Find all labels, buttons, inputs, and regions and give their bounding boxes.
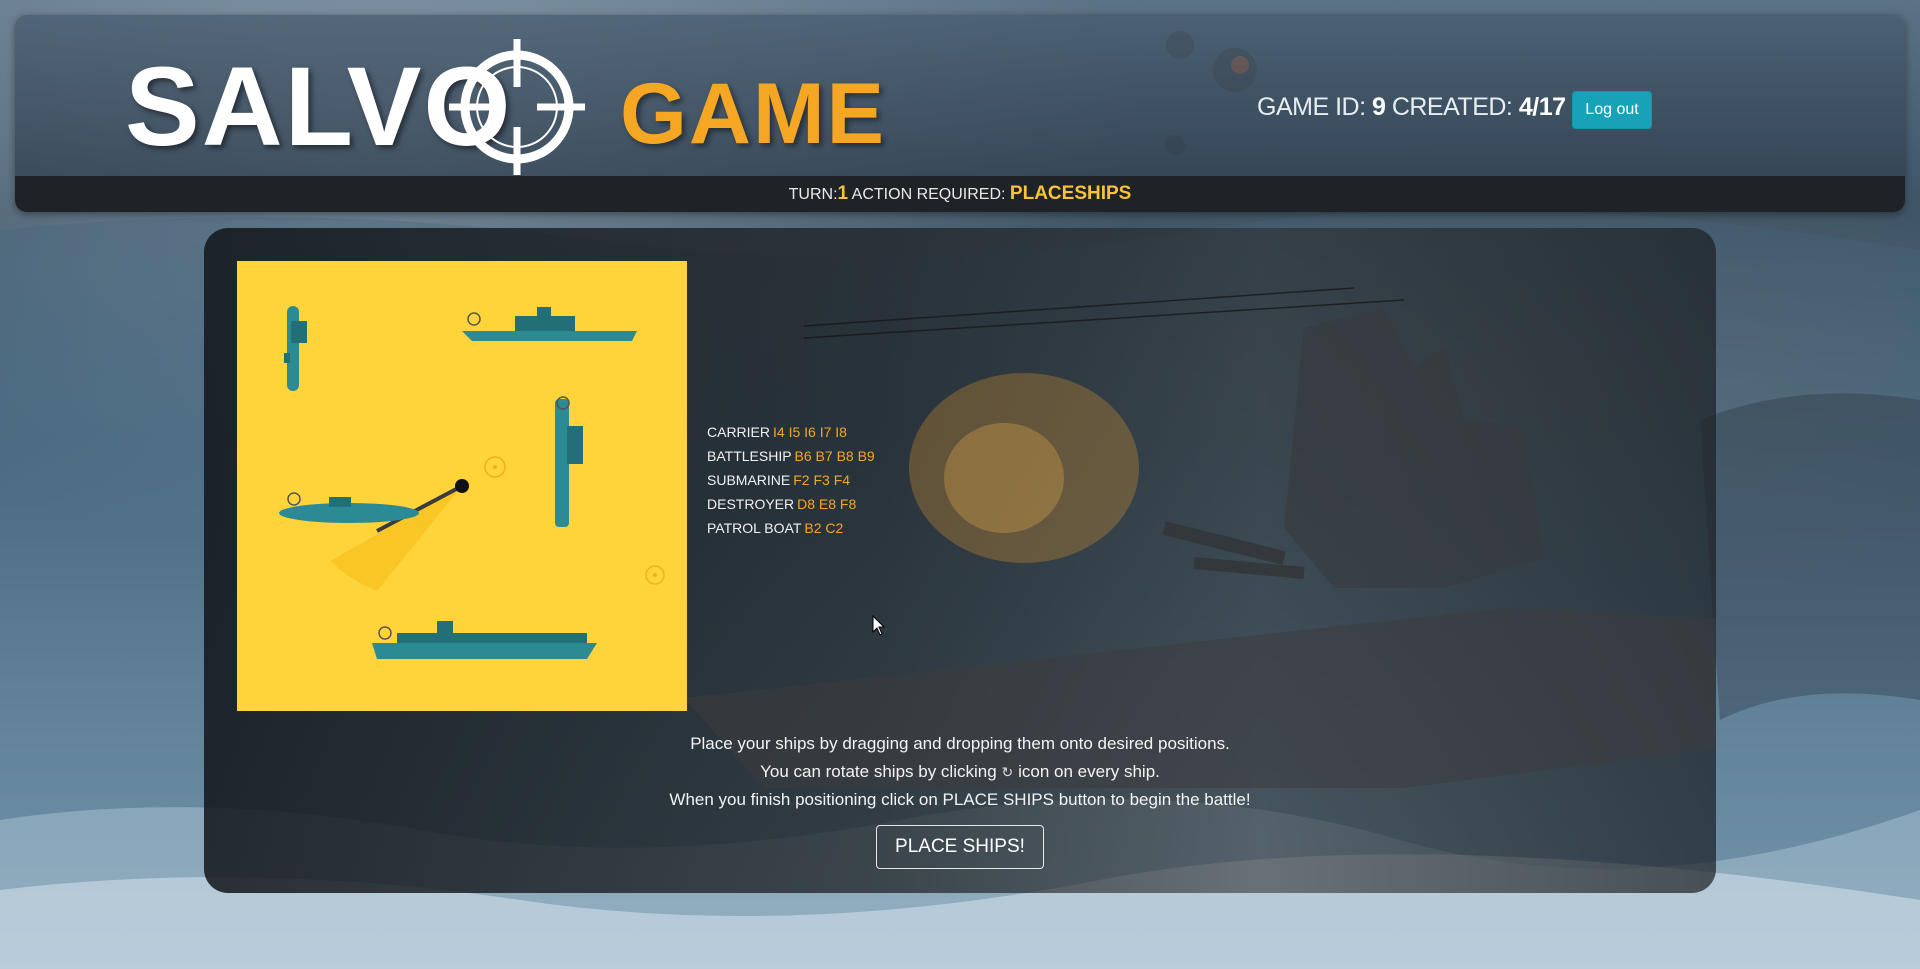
patrol-boat-ship[interactable] (284, 306, 307, 391)
action-label: ACTION REQUIRED: (851, 186, 1006, 203)
ship-row-submarine: SUBMARINE F2 F3 F4 (707, 468, 875, 492)
ship-row-destroyer: DESTROYER D8 E8 F8 (707, 492, 875, 516)
ship-row-battleship: BATTLESHIP B6 B7 B8 B9 (707, 444, 875, 468)
game-id-value: 9 (1371, 93, 1386, 121)
action-required-value: PLACESHIPS (1009, 183, 1132, 204)
instruction-line-3: When you finish positioning click on PLA… (669, 790, 1251, 809)
turn-number: 1 (837, 183, 849, 204)
ship-name: SUBMARINE (707, 472, 791, 488)
rotate-icon: ↻ (1001, 764, 1014, 780)
turn-status-bar: TURN:1 ACTION REQUIRED: PLACESHIPS (15, 176, 1905, 212)
ship-row-patrol-boat: PATROL BOAT B2 C2 (707, 516, 875, 540)
ship-cells: B2 C2 (804, 520, 844, 536)
crosshair-icon (449, 39, 585, 175)
salvo-game-logo: SALVO GAME (125, 23, 885, 183)
instruction-line-2-start: You can rotate ships by clicking (760, 762, 997, 781)
placement-instructions: Place your ships by dragging and droppin… (204, 730, 1716, 814)
place-ships-button[interactable]: PLACE SHIPS! (876, 825, 1044, 869)
ship-placement-panel: CARRIER I4 I5 I6 I7 I8 BATTLESHIP B6 B7 B8… (204, 228, 1716, 893)
ship-cells: D8 E8 F8 (797, 496, 857, 512)
submarine-ship[interactable] (279, 492, 419, 523)
battleship-ship[interactable] (462, 307, 637, 341)
ship-positions-list: CARRIER I4 I5 I6 I7 I8 BATTLESHIP B6 B7 B8… (707, 420, 875, 540)
game-board[interactable] (237, 261, 687, 711)
ship-name: BATTLESHIP (707, 448, 792, 464)
ship-cells: F2 F3 F4 (793, 472, 851, 488)
game-info: GAME ID: 9 CREATED: 4/17 18:5 (1257, 93, 1620, 122)
board-graphic (279, 306, 665, 659)
ship-cells: B6 B7 B8 B9 (794, 448, 875, 464)
ship-cells: I4 I5 I6 I7 I8 (773, 424, 847, 440)
ship-name: DESTROYER (707, 496, 795, 512)
logo-game-text: GAME (620, 66, 886, 162)
top-header: SALVO GAME GAME ID: 9 CREATED: 4/17 18:5… (15, 15, 1905, 212)
game-id-label: GAME ID: (1257, 93, 1366, 121)
carrier-ship[interactable] (555, 396, 583, 527)
instruction-line-1: Place your ships by dragging and droppin… (690, 734, 1230, 753)
mouse-pointer-icon (872, 615, 886, 636)
created-label: CREATED: (1391, 93, 1513, 121)
logout-button[interactable]: Log out (1572, 91, 1652, 129)
ship-name: PATROL BOAT (707, 520, 802, 536)
ship-row-carrier: CARRIER I4 I5 I6 I7 I8 (707, 420, 875, 444)
instruction-line-2-end: icon on every ship. (1018, 762, 1160, 781)
destroyer-ship[interactable] (372, 621, 597, 659)
instruction-line-2: You can rotate ships by clicking ↻ icon … (204, 758, 1716, 786)
turn-label: TURN: (788, 186, 838, 203)
ship-name: CARRIER (707, 424, 771, 440)
